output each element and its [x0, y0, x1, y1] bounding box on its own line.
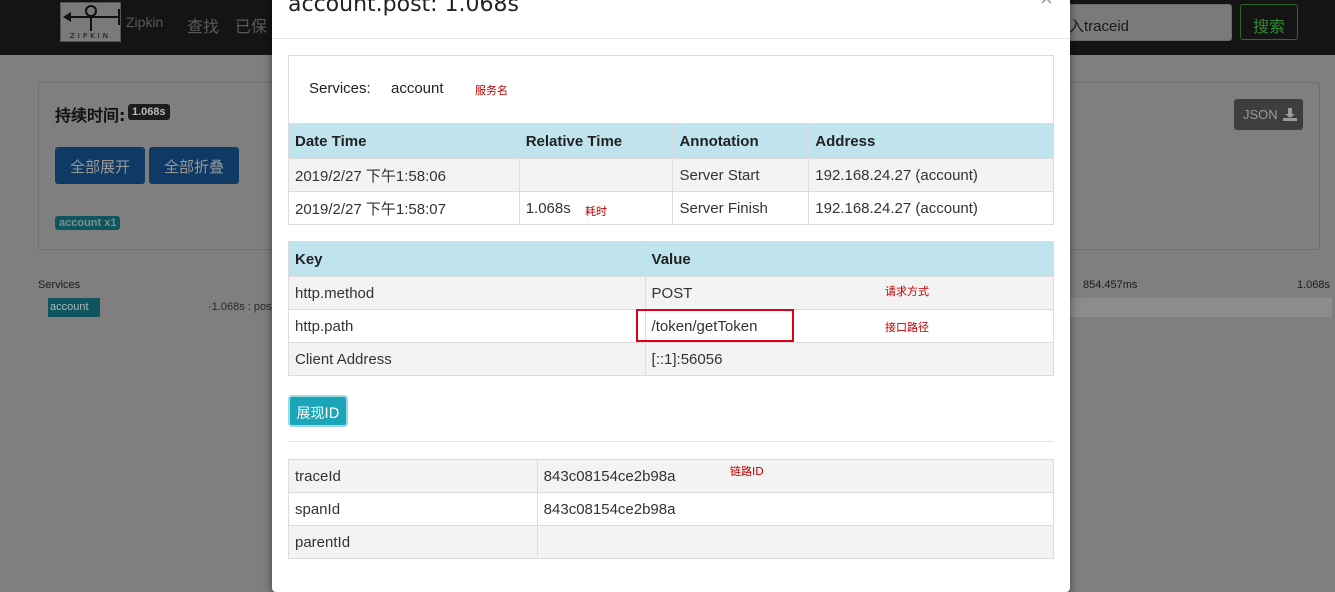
logo-text: ZIPKIN — [70, 32, 111, 40]
table-cell: traceId — [288, 459, 538, 493]
timeline-span-bar[interactable] — [1070, 298, 1332, 317]
brand-name[interactable]: Zipkin — [126, 14, 163, 30]
collapse-all-button[interactable]: 全部折叠 — [149, 147, 239, 184]
traceid-search-input[interactable]: 入traceid — [1060, 4, 1232, 41]
download-icon — [1283, 108, 1298, 121]
table-cell: http.path — [288, 309, 646, 343]
table-cell: POST — [644, 276, 1055, 310]
table-row: Client Address [::1]:56056 — [288, 342, 1055, 376]
close-icon[interactable]: × — [1040, 0, 1053, 10]
table-cell: 843c08154ce2b98a — [536, 459, 1055, 493]
column-header: Date Time — [288, 123, 520, 159]
table-cell: Client Address — [288, 342, 646, 376]
table-cell: http.method — [288, 276, 646, 310]
table-cell: 2019/2/27 下午1:58:07 — [288, 191, 520, 225]
modal-divider — [288, 441, 1054, 442]
column-header: Address — [808, 123, 1054, 159]
table-cell: Server Finish — [672, 191, 810, 225]
table-cell: spanId — [288, 492, 538, 526]
timeline-service-name[interactable]: account — [48, 298, 100, 317]
ids-table: traceId 843c08154ce2b98a spanId 843c0815… — [288, 459, 1055, 559]
nav-link-find[interactable]: 查找 — [187, 13, 219, 37]
json-button[interactable]: JSON — [1234, 99, 1303, 130]
timeline-span-label[interactable]: ·1.068s : pos — [208, 301, 272, 313]
column-header: Annotation — [672, 123, 810, 159]
table-row: traceId 843c08154ce2b98a — [288, 459, 1055, 493]
annotation-note-path: 接口路径 — [885, 321, 929, 334]
service-filter-badge[interactable]: account x1 — [55, 216, 121, 230]
annotation-note-service: 服务名 — [475, 84, 508, 97]
table-row: parentId — [288, 525, 1055, 559]
column-header: Relative Time — [518, 123, 674, 159]
column-header: Key — [288, 241, 646, 277]
table-cell — [536, 525, 1055, 559]
annotations-table: Date Time Relative Time Annotation Addre… — [288, 123, 1054, 225]
show-id-button[interactable]: 展现ID — [288, 395, 348, 427]
table-cell: 192.168.24.27 (account) — [808, 158, 1054, 192]
table-cell: parentId — [288, 525, 538, 559]
span-detail-modal: account.post: 1.068s × Services: account… — [272, 0, 1070, 592]
table-row: http.method POST — [288, 276, 1055, 310]
table-cell — [518, 158, 674, 192]
table-cell: [::1]:56056 — [644, 342, 1055, 376]
expand-all-button[interactable]: 全部展开 — [55, 147, 145, 184]
highlight-box — [636, 309, 794, 342]
table-cell: 2019/2/27 下午1:58:06 — [288, 158, 520, 192]
timeline-tick-label: 854.457ms — [1083, 279, 1138, 291]
annotation-note-method: 请求方式 — [885, 285, 929, 298]
modal-title: account.post: 1.068s — [288, 0, 519, 17]
modal-divider — [272, 38, 1070, 39]
table-cell: Server Start — [672, 158, 810, 192]
zipkin-logo[interactable]: ZIPKIN — [60, 2, 121, 42]
services-value: account — [391, 80, 444, 97]
search-button[interactable]: 搜索 — [1240, 4, 1298, 40]
services-key: Services: — [309, 80, 371, 97]
services-box: Services: account — [288, 55, 1054, 124]
table-cell: 843c08154ce2b98a — [536, 492, 1055, 526]
annotation-note-elapsed: 耗时 — [585, 205, 607, 218]
duration-badge: 1.068s — [128, 104, 170, 120]
table-header-row: Key Value — [288, 241, 1055, 277]
json-button-label: JSON — [1243, 107, 1278, 122]
nav-link-saved[interactable]: 已保 — [235, 13, 267, 37]
annotation-note-trace: 链路ID — [730, 465, 764, 478]
timeline-tick-label: 1.068s — [1297, 279, 1331, 291]
table-row: spanId 843c08154ce2b98a — [288, 492, 1055, 526]
table-header-row: Date Time Relative Time Annotation Addre… — [288, 123, 1054, 159]
timeline-services-label: Services — [38, 279, 81, 291]
table-row: 2019/2/27 下午1:58:07 1.068s Server Finish… — [288, 191, 1054, 225]
table-row: 2019/2/27 下午1:58:06 Server Start 192.168… — [288, 158, 1054, 192]
duration-label: 持续时间: — [55, 106, 126, 125]
table-cell: 192.168.24.27 (account) — [808, 191, 1054, 225]
column-header: Value — [644, 241, 1055, 277]
